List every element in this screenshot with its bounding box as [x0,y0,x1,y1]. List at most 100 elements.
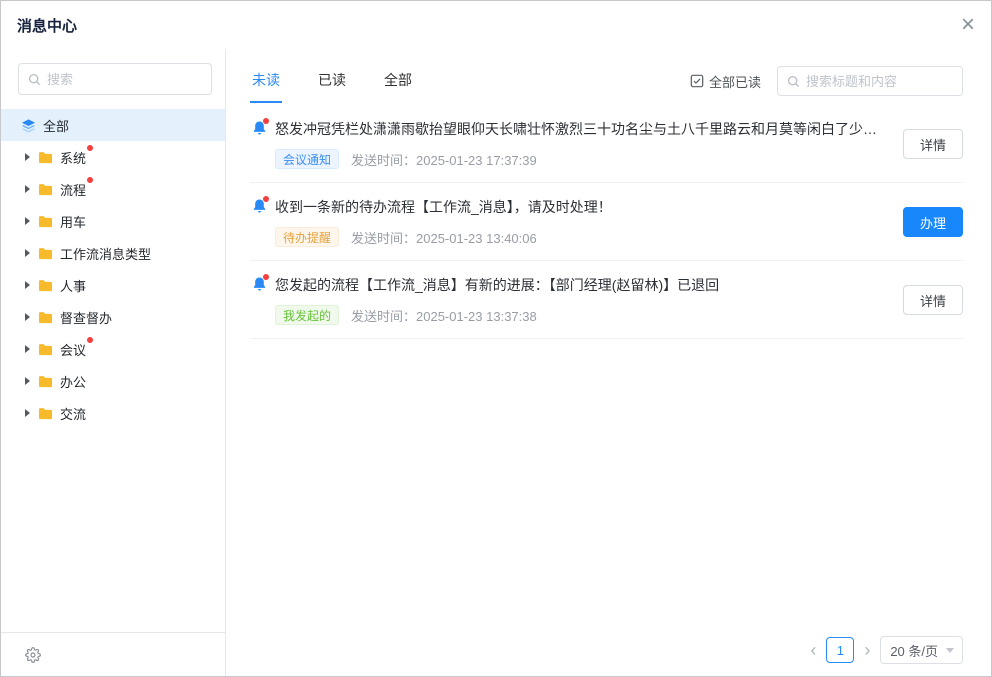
pagination: ‹ 1 › 20 条/页 [250,630,963,670]
window-title: 消息中心 [17,15,77,36]
tab-read[interactable]: 已读 [316,59,348,103]
tree-item-system[interactable]: 系统 [1,141,225,173]
message-title: 收到一条新的待办流程【工作流_消息】，请及时处理！ [275,197,903,217]
message-time: 发送时间：2025-01-23 13:37:38 [351,306,537,325]
bell-icon [252,198,267,219]
chevron-down-icon [946,648,954,653]
tree-item-label: 用车 [60,215,86,230]
message-tag: 我发起的 [275,305,339,325]
caret-right-icon[interactable] [25,153,30,161]
message-content: 您发起的流程【工作流_消息】有新的进展：【部门经理(赵留林)】已退回 我发起的 … [250,275,903,325]
tree-item-communication[interactable]: 交流 [1,397,225,429]
message-row[interactable]: 收到一条新的待办流程【工作流_消息】，请及时处理！ 待办提醒 发送时间：2025… [250,183,963,261]
tree-item-workflow-type[interactable]: 工作流消息类型 [1,237,225,269]
tree-item-label: 办公 [60,375,86,390]
message-search[interactable] [777,66,963,96]
folder-icon [38,215,53,228]
caret-right-icon[interactable] [25,185,30,193]
sidebar-search-input[interactable] [47,72,202,87]
sidebar-search[interactable] [18,63,212,95]
mark-all-read-button[interactable]: 全部已读 [690,72,761,91]
caret-right-icon[interactable] [25,217,30,225]
tree-item-meeting[interactable]: 会议 [1,333,225,365]
detail-button[interactable]: 详情 [903,129,963,159]
unread-dot [263,274,269,280]
message-content: 怒发冲冠凭栏处潇潇雨歇抬望眼仰天长啸壮怀激烈三十功名尘与土八千里路云和月莫等闲白… [250,119,903,169]
tree-item-label: 人事 [60,279,86,294]
tree-item-label: 督查督办 [60,311,112,326]
mark-all-read-label: 全部已读 [709,72,761,91]
gear-icon[interactable] [25,647,41,663]
caret-right-icon[interactable] [25,249,30,257]
message-meta: 待办提醒 发送时间：2025-01-23 13:40:06 [275,227,903,247]
message-meta: 我发起的 发送时间：2025-01-23 13:37:38 [275,305,903,325]
search-icon [28,73,41,86]
unread-dot [87,145,93,151]
caret-right-icon[interactable] [25,281,30,289]
bell-icon [252,120,267,141]
message-title: 怒发冲冠凭栏处潇潇雨歇抬望眼仰天长啸壮怀激烈三十功名尘与土八千里路云和月莫等闲白… [275,119,903,139]
category-tree: 全部 系统 流程 [1,105,225,632]
tree-item-supervision[interactable]: 督查督办 [1,301,225,333]
message-list: 怒发冲冠凭栏处潇潇雨歇抬望眼仰天长啸壮怀激烈三十功名尘与土八千里路云和月莫等闲白… [250,105,963,630]
caret-right-icon[interactable] [25,345,30,353]
message-body: 怒发冲冠凭栏处潇潇雨歇抬望眼仰天长啸壮怀激烈三十功名尘与土八千里路云和月莫等闲白… [275,119,903,169]
caret-right-icon[interactable] [25,409,30,417]
bell-icon [252,276,267,297]
folder-icon [38,279,53,292]
folder-icon [38,151,53,164]
tree-item-label: 系统 [60,151,86,166]
message-row[interactable]: 怒发冲冠凭栏处潇潇雨歇抬望眼仰天长啸壮怀激烈三十功名尘与土八千里路云和月莫等闲白… [250,105,963,183]
tabs: 未读 已读 全部 [250,59,414,103]
message-center-window: 消息中心 × [0,0,992,677]
message-title: 您发起的流程【工作流_消息】有新的进展：【部门经理(赵留林)】已退回 [275,275,903,295]
page-size-select[interactable]: 20 条/页 [880,636,963,664]
tree-item-hr[interactable]: 人事 [1,269,225,301]
message-time: 发送时间：2025-01-23 17:37:39 [351,150,537,169]
message-content: 收到一条新的待办流程【工作流_消息】，请及时处理！ 待办提醒 发送时间：2025… [250,197,903,247]
sidebar-footer [1,632,225,676]
message-meta: 会议通知 发送时间：2025-01-23 17:37:39 [275,149,903,169]
tree-item-all[interactable]: 全部 [1,109,225,141]
folder-icon [38,247,53,260]
handle-button[interactable]: 办理 [903,207,963,237]
page-number[interactable]: 1 [826,637,854,663]
sidebar: 全部 系统 流程 [1,49,226,676]
toolbar: 未读 已读 全部 全部已读 [250,59,963,103]
tree-item-label: 交流 [60,407,86,422]
folder-icon [38,311,53,324]
unread-dot [263,118,269,124]
message-body: 您发起的流程【工作流_消息】有新的进展：【部门经理(赵留林)】已退回 我发起的 … [275,275,903,325]
detail-button[interactable]: 详情 [903,285,963,315]
caret-right-icon[interactable] [25,377,30,385]
window-header: 消息中心 × [1,1,991,49]
message-tag: 待办提醒 [275,227,339,247]
tree-item-vehicle[interactable]: 用车 [1,205,225,237]
search-icon [787,75,800,88]
message-search-input[interactable] [806,74,953,89]
tree-item-label: 工作流消息类型 [60,247,151,262]
prev-page-icon[interactable]: ‹ [810,641,816,659]
tree-item-office[interactable]: 办公 [1,365,225,397]
next-page-icon[interactable]: › [864,641,870,659]
folder-icon [38,407,53,420]
unread-dot [263,196,269,202]
tree-item-process[interactable]: 流程 [1,173,225,205]
tab-all[interactable]: 全部 [382,59,414,103]
message-body: 收到一条新的待办流程【工作流_消息】，请及时处理！ 待办提醒 发送时间：2025… [275,197,903,247]
unread-dot [87,177,93,183]
mark-all-read-icon [690,74,704,88]
folder-icon [38,183,53,196]
message-row[interactable]: 您发起的流程【工作流_消息】有新的进展：【部门经理(赵留林)】已退回 我发起的 … [250,261,963,339]
tab-unread[interactable]: 未读 [250,59,282,103]
message-time: 发送时间：2025-01-23 13:40:06 [351,228,537,247]
unread-dot [87,337,93,343]
tree-item-label: 流程 [60,183,86,198]
page-size-label: 20 条/页 [890,641,938,660]
toolbar-tools: 全部已读 [690,66,963,96]
close-icon[interactable]: × [961,13,975,37]
caret-right-icon[interactable] [25,313,30,321]
window-body: 全部 系统 流程 [1,49,991,676]
folder-icon [38,375,53,388]
layers-icon [21,118,36,133]
